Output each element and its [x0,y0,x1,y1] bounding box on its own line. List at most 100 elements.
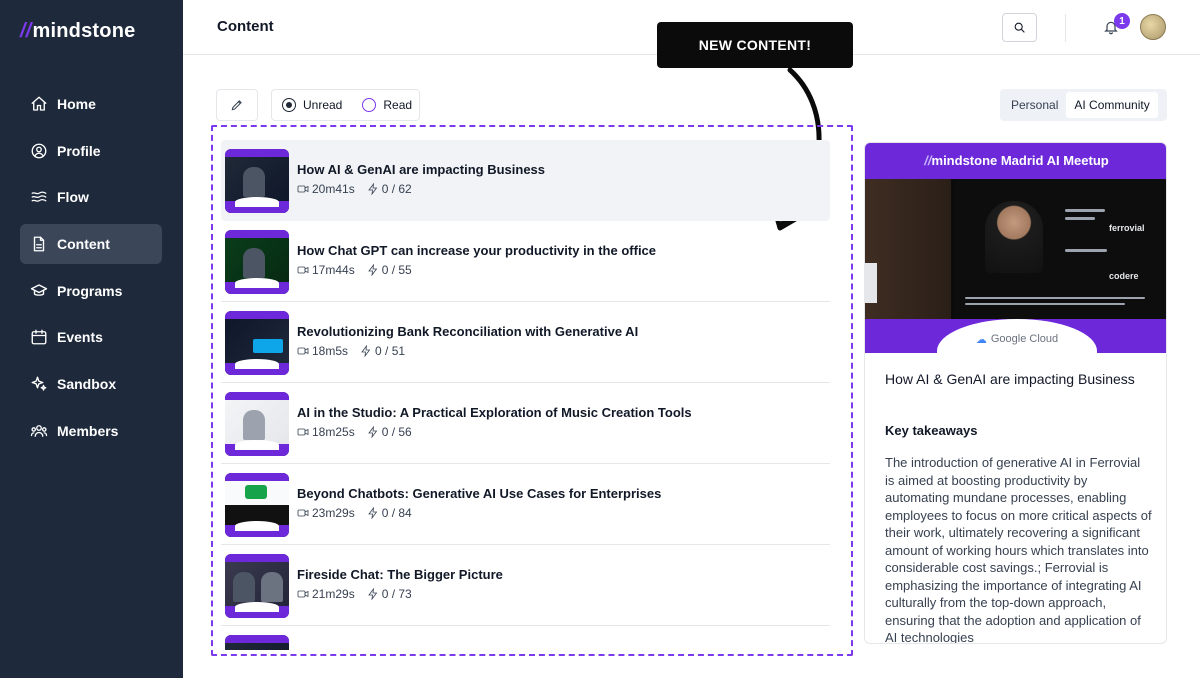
content-thumbnail [225,635,289,650]
sidebar-item-label: Events [57,329,103,345]
video-icon [297,428,309,436]
unread-label: Unread [303,98,343,112]
list-item[interactable]: Beyond Chatbots: Generative AI Use Cases… [221,464,830,545]
document-icon [30,235,48,253]
video-icon [297,590,309,598]
sparkles-icon [30,375,48,393]
content-duration: 18m5s [312,344,349,358]
detail-title: How AI & GenAI are impacting Business [885,371,1135,387]
bolt-icon [367,588,378,600]
video-icon [297,347,309,355]
user-circle-icon [30,142,48,160]
waves-icon [30,188,48,206]
content-meta: 21m29s 0 / 73 [297,587,412,601]
hero-stage [865,179,951,319]
read-filter: Unread Read [271,89,420,121]
tab-personal[interactable]: Personal [1003,92,1066,118]
content-meta: 23m29s 0 / 84 [297,506,412,520]
read-radio[interactable]: Read [362,98,412,112]
content-thumbnail [225,473,289,537]
tab-ai-community[interactable]: AI Community [1066,92,1158,118]
content-list: How AI & GenAI are impacting Business 20… [221,140,830,650]
list-item[interactable]: How Chat GPT can increase your productiv… [221,221,830,302]
sidebar-item-flow[interactable]: Flow [20,177,162,217]
sidebar-item-home[interactable]: Home [20,84,162,124]
header-divider [1065,14,1066,42]
graduation-cap-icon [30,282,48,300]
bolt-icon [361,345,371,357]
sidebar-item-label: Home [57,96,96,112]
content-duration: 23m29s [312,506,355,520]
content-thumbnail [225,392,289,456]
content-points: 0 / 73 [381,587,412,601]
video-icon [297,185,309,193]
bolt-icon [367,426,378,438]
feed-switcher: Personal AI Community [1000,89,1167,121]
bolt-icon [367,183,378,195]
users-icon [30,422,48,440]
mindstone-logo[interactable]: //mindstone [20,20,135,43]
new-content-callout: NEW CONTENT! [657,22,853,68]
content-duration: 18m25s [312,425,355,439]
hero-title-text: mindstone Madrid AI Meetup [931,153,1109,168]
list-item[interactable]: How AI & GenAI are impacting Business 20… [221,140,830,221]
hero-photo: ferrovial codere [865,179,1166,319]
search-icon [1014,22,1025,33]
hero-title: //mindstone Madrid AI Meetup [865,153,1166,168]
avatar[interactable] [1140,14,1166,40]
content-title: How Chat GPT can increase your productiv… [297,243,657,258]
bolt-icon [367,264,378,276]
logo-slash: // [20,20,32,42]
sidebar-item-label: Members [57,423,119,439]
pencil-icon [231,100,242,111]
list-item[interactable]: Fireside Chat: The Bigger Picture 21m29s… [221,545,830,626]
hero-slash: // [924,153,932,168]
key-takeaways-heading: Key takeaways [885,423,978,438]
sponsor-label: Google Cloud [990,333,1059,345]
page-title: Content [217,18,274,35]
radio-unchecked-icon [362,98,377,112]
content-thumbnail [225,230,289,294]
sidebar-item-label: Content [57,236,110,252]
sidebar-item-events[interactable]: Events [20,317,162,357]
sidebar-item-label: Sandbox [57,376,117,392]
content-points: 0 / 62 [381,182,412,196]
content-points: 0 / 55 [381,263,412,277]
hero-brand-1: ferrovial [1109,223,1145,233]
notification-badge: 1 [1114,13,1130,29]
sidebar-item-members[interactable]: Members [20,411,162,451]
sidebar-item-sandbox[interactable]: Sandbox [20,364,162,404]
edit-button[interactable] [216,89,258,121]
list-item[interactable] [221,626,830,650]
content-thumbnail [225,554,289,618]
content-title: AI in the Studio: A Practical Exploratio… [297,405,692,420]
content-duration: 21m29s [312,587,355,601]
list-item[interactable]: AI in the Studio: A Practical Exploratio… [221,383,830,464]
content-detail-card: //mindstone Madrid AI Meetup ferrovial c… [864,142,1167,644]
read-label: Read [383,98,413,112]
logo-text: mindstone [32,20,136,42]
speaker-photo [985,201,1043,273]
content-thumbnail [225,311,289,375]
content-title: Beyond Chatbots: Generative AI Use Cases… [297,486,662,501]
cloud-icon: ☁ [975,333,987,346]
key-takeaways-text: The introduction of generative AI in Fer… [885,455,1152,644]
calendar-icon [30,328,48,346]
content-meta: 20m41s 0 / 62 [297,182,412,196]
sidebar: //mindstone Home Profile Flow Content Pr… [0,0,183,678]
sidebar-item-content[interactable]: Content [20,224,162,264]
search-button[interactable] [1002,13,1037,42]
content-meta: 18m25s 0 / 56 [297,425,412,439]
content-hero-image: //mindstone Madrid AI Meetup ferrovial c… [865,143,1166,353]
content-points: 0 / 56 [381,425,412,439]
content-meta: 17m44s 0 / 55 [297,263,412,277]
sidebar-item-programs[interactable]: Programs [20,271,162,311]
video-icon [297,266,309,274]
sidebar-item-profile[interactable]: Profile [20,131,162,171]
video-icon [297,509,309,517]
radio-checked-icon [282,98,296,112]
content-thumbnail [225,149,289,213]
content-points: 0 / 84 [381,506,412,520]
list-item[interactable]: Revolutionizing Bank Reconciliation with… [221,302,830,383]
unread-radio[interactable]: Unread [282,98,342,112]
